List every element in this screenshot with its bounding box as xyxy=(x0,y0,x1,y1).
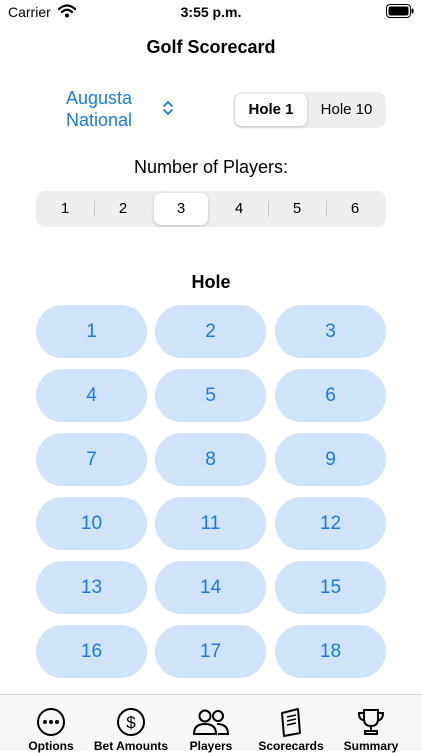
tab-scorecards[interactable]: Scorecards xyxy=(258,695,324,753)
chevron-up-down-icon xyxy=(162,99,174,122)
start-hole-segmented-control[interactable]: Hole 1 Hole 10 xyxy=(233,92,386,128)
hole-button-15[interactable]: 15 xyxy=(275,561,386,614)
course-name: Augusta National xyxy=(66,88,133,130)
hole-button-10[interactable]: 10 xyxy=(36,497,147,550)
segment-hole-1[interactable]: Hole 1 xyxy=(235,94,307,126)
tab-summary[interactable]: Summary xyxy=(342,695,400,753)
segment-hole-10[interactable]: Hole 10 xyxy=(309,94,384,126)
status-time: 3:55 p.m. xyxy=(180,4,242,20)
hole-button-6[interactable]: 6 xyxy=(275,369,386,422)
hole-button-2[interactable]: 2 xyxy=(155,305,266,358)
tab-options[interactable]: Options xyxy=(24,695,78,753)
trophy-icon xyxy=(357,709,385,735)
hole-heading: Hole xyxy=(191,272,231,292)
hole-button-12[interactable]: 12 xyxy=(275,497,386,550)
hole-button-18[interactable]: 18 xyxy=(275,625,386,678)
hole-button-9[interactable]: 9 xyxy=(275,433,386,486)
hole-button-16[interactable]: 16 xyxy=(36,625,147,678)
segment-players-6[interactable]: 6 xyxy=(328,193,382,225)
segment-players-2[interactable]: 2 xyxy=(96,193,150,225)
course-picker[interactable]: Augusta National xyxy=(66,87,186,133)
hole-button-8[interactable]: 8 xyxy=(155,433,266,486)
segment-divider xyxy=(94,201,95,217)
tab-label: Options xyxy=(28,739,74,753)
tab-bet-amounts[interactable]: $ Bet Amounts xyxy=(92,695,170,753)
hole-button-4[interactable]: 4 xyxy=(36,369,147,422)
tab-bar: Options $ Bet Amounts Players Scorecards xyxy=(0,694,422,753)
segment-players-5[interactable]: 5 xyxy=(270,193,324,225)
tab-label: Bet Amounts xyxy=(93,739,169,753)
status-bar: Carrier 3:55 p.m. xyxy=(0,0,422,26)
players-segmented-control[interactable]: 1 2 3 4 5 6 xyxy=(36,191,386,227)
segment-divider xyxy=(326,201,327,217)
book-icon xyxy=(281,708,301,737)
segment-players-4[interactable]: 4 xyxy=(212,193,266,225)
tab-label: Summary xyxy=(343,739,399,753)
hole-button-7[interactable]: 7 xyxy=(36,433,147,486)
tab-players[interactable]: Players xyxy=(184,695,238,753)
page-title: Golf Scorecard xyxy=(146,37,276,57)
hole-button-3[interactable]: 3 xyxy=(275,305,386,358)
hole-button-11[interactable]: 11 xyxy=(155,497,266,550)
hole-button-13[interactable]: 13 xyxy=(36,561,147,614)
people-icon xyxy=(192,709,230,735)
tab-label: Scorecards xyxy=(258,739,324,753)
ellipsis-circle-icon xyxy=(37,708,65,736)
segment-players-1[interactable]: 1 xyxy=(38,193,92,225)
hole-button-5[interactable]: 5 xyxy=(155,369,266,422)
hole-button-1[interactable]: 1 xyxy=(36,305,147,358)
segment-divider xyxy=(268,201,269,217)
dollar-circle-icon: $ xyxy=(117,708,145,736)
players-label: Number of Players: xyxy=(133,157,289,177)
segment-players-3[interactable]: 3 xyxy=(154,193,208,225)
tab-label: Players xyxy=(189,739,233,753)
battery-icon xyxy=(386,4,414,23)
hole-button-17[interactable]: 17 xyxy=(155,625,266,678)
hole-button-14[interactable]: 14 xyxy=(155,561,266,614)
svg-text:$: $ xyxy=(126,713,136,732)
